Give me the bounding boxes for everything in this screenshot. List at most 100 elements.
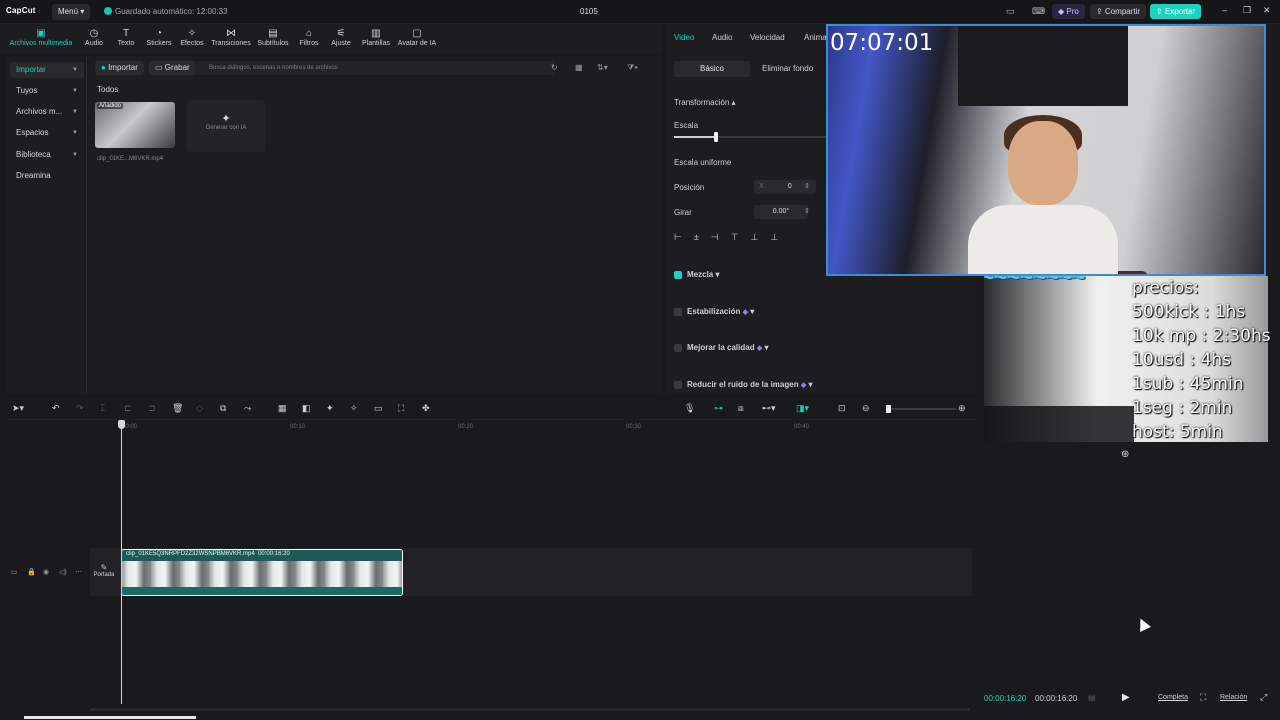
transform-heading[interactable]: Transformación ▴ xyxy=(674,98,736,107)
split-left-icon[interactable]: ⊏ xyxy=(124,403,132,414)
subtab-remove-background[interactable]: Eliminar fondo xyxy=(752,61,823,77)
undo-icon[interactable]: ↶ xyxy=(52,403,60,414)
zoom-slider-handle[interactable] xyxy=(886,405,891,413)
menu-button[interactable]: Menú ▾ xyxy=(52,4,91,20)
full-quality-button[interactable]: Completa xyxy=(1158,694,1188,701)
link-clips-icon[interactable]: ⊶ xyxy=(714,403,723,414)
speed-icon[interactable]: ⤳ xyxy=(244,403,251,414)
tab-filters[interactable]: ⌂ Filtros xyxy=(296,27,322,47)
tab-speed[interactable]: Velocidad xyxy=(750,33,785,42)
stepper-icon[interactable]: ⇕ xyxy=(804,182,810,190)
microphone-icon[interactable]: 🎙 xyxy=(684,403,695,414)
tab-audio[interactable]: ◷ Audio xyxy=(82,27,106,47)
layout-icon[interactable]: ▭ xyxy=(1006,6,1015,17)
frame-icon[interactable]: ▦ xyxy=(278,403,287,414)
fit-timeline-icon[interactable]: ⊡ xyxy=(838,403,846,414)
fit-icon[interactable]: ⛶ xyxy=(398,403,404,414)
fullscreen-icon[interactable]: ⤢ xyxy=(1260,692,1267,703)
magic-icon[interactable]: ✧ xyxy=(350,403,358,414)
sidebar-item-library[interactable]: Biblioteca ▼ xyxy=(10,147,84,163)
crop-icon[interactable]: ⧉ xyxy=(220,403,226,414)
chain-icon[interactable]: ⊷▾ xyxy=(762,403,776,414)
sort-icon[interactable]: ⇅▾ xyxy=(597,63,608,72)
media-thumbnail[interactable]: Añadido xyxy=(95,102,175,148)
export-button[interactable]: ⇧ Exportar xyxy=(1150,4,1202,19)
stepper-icon[interactable]: ⇕ xyxy=(804,207,810,215)
shortcuts-icon[interactable]: ⌨ xyxy=(1032,6,1045,17)
mask-icon[interactable]: ◇ xyxy=(196,403,203,414)
timeline-scrollbar[interactable] xyxy=(90,708,970,711)
scale-slider-handle[interactable] xyxy=(714,132,718,142)
sidebar-item-media-files[interactable]: Archivos m... ▼ xyxy=(10,104,84,120)
sidebar-item-import[interactable]: Importar ▼ xyxy=(10,62,84,78)
zoom-slider[interactable] xyxy=(886,405,956,413)
tab-text[interactable]: T Texto xyxy=(114,27,138,47)
align-middle-icon[interactable]: ⊥ xyxy=(750,232,770,242)
import-button[interactable]: ● Importar xyxy=(95,61,144,75)
ratio-button[interactable]: Relación xyxy=(1220,694,1247,701)
rotate-handle-icon[interactable]: ⊛ xyxy=(1121,449,1129,460)
time-ruler[interactable]: 00:00 00:10 00:20 00:30 00:40 xyxy=(122,424,972,436)
tab-media[interactable]: ▣ Archivos multimedia xyxy=(8,27,74,47)
redo-icon[interactable]: ↷ xyxy=(76,403,84,414)
align-right-icon[interactable]: ⊣ xyxy=(711,232,731,242)
track-icon[interactable]: ▭ xyxy=(11,568,18,576)
lock-icon[interactable]: 🔒 xyxy=(27,568,36,576)
delete-icon[interactable]: 🗑 xyxy=(172,403,183,414)
enhance-checkbox[interactable] xyxy=(674,344,682,352)
tab-subtitles[interactable]: ▤ Subtítulos xyxy=(256,27,290,47)
play-icon[interactable]: ▶ xyxy=(1122,692,1130,703)
tab-video[interactable]: Video xyxy=(674,33,694,42)
rotate-field[interactable]: 0.00° xyxy=(754,205,808,219)
align-bottom-icon[interactable]: ⊥ xyxy=(770,232,790,242)
share-button[interactable]: ⇪ Compartir xyxy=(1090,4,1147,19)
split-right-icon[interactable]: ⊐ xyxy=(148,403,156,414)
sidebar-item-dreamina[interactable]: Dreamina xyxy=(10,168,84,184)
ai-effect-icon[interactable]: ✦ xyxy=(326,403,334,414)
project-title[interactable]: 0105 xyxy=(580,7,598,16)
tab-animation[interactable]: Anima xyxy=(804,33,827,42)
generate-ai-button[interactable]: ✦ Generar con IA xyxy=(187,100,265,152)
mirror-icon[interactable]: ◧ xyxy=(302,403,311,414)
caption-icon[interactable]: ▭ xyxy=(374,403,383,414)
sidebar-item-yours[interactable]: Tuyos ▼ xyxy=(10,83,84,99)
tab-transitions[interactable]: ⋈ Transiciones xyxy=(210,27,252,47)
split-icon[interactable]: ⌶ xyxy=(100,403,105,414)
maximize-icon[interactable]: ❐ xyxy=(1243,5,1251,16)
stabilize-checkbox[interactable] xyxy=(674,308,682,316)
grid-icon[interactable]: ▤ xyxy=(1088,693,1096,702)
tab-avatar[interactable]: ▢ Avatar de IA xyxy=(396,27,438,47)
align-top-icon[interactable]: ⊤ xyxy=(731,232,751,242)
select-tool-icon[interactable]: ➤▾ xyxy=(12,403,24,414)
pro-button[interactable]: ◆ Pro xyxy=(1052,4,1085,19)
grid-view-icon[interactable]: ▦ xyxy=(575,63,583,72)
preview-axis-icon[interactable]: ◨▾ xyxy=(796,403,809,414)
screenshot-icon[interactable]: ⛶ xyxy=(1200,692,1206,703)
minimize-icon[interactable]: – xyxy=(1222,5,1227,15)
close-icon[interactable]: ✕ xyxy=(1263,5,1271,16)
remove-bg-icon[interactable]: ✤ xyxy=(422,403,430,414)
tab-audio-props[interactable]: Audio xyxy=(712,33,732,42)
cover-button[interactable]: ✎ Portada xyxy=(90,563,118,578)
refresh-icon[interactable]: ↻ xyxy=(551,63,558,72)
align-left-icon[interactable]: ⊢ xyxy=(674,232,694,242)
denoise-checkbox[interactable] xyxy=(674,381,682,389)
tab-templates[interactable]: ▥ Plantillas xyxy=(360,27,392,47)
playhead-handle[interactable] xyxy=(118,420,125,429)
video-clip[interactable]: clip_01KE5Q3NRPFD2Z32WSNPBM6VKR.mp4 00:0… xyxy=(121,549,403,596)
align-center-icon[interactable]: ± xyxy=(694,232,711,242)
snap-icon[interactable]: ⧈ xyxy=(738,403,744,414)
record-button[interactable]: ▭ Grabar xyxy=(149,61,196,75)
more-icon[interactable]: ⋯ xyxy=(75,568,82,576)
zoom-in-icon[interactable]: ⊕ xyxy=(958,403,966,414)
scale-slider[interactable] xyxy=(674,132,826,142)
eye-icon[interactable]: ◉ xyxy=(43,568,49,576)
search-input[interactable]: Busca diálogos, escenas o nombres de arc… xyxy=(195,61,555,75)
filter-icon[interactable]: ⧩▾ xyxy=(627,63,638,73)
subtab-basic[interactable]: Básico xyxy=(674,61,750,77)
playhead[interactable] xyxy=(118,420,125,704)
tab-stickers[interactable]: ◔ Stickers xyxy=(144,27,174,47)
tab-effects[interactable]: ✧ Efectos xyxy=(178,27,206,47)
audio-mute-icon[interactable]: ◁) xyxy=(59,568,67,576)
blend-checkbox[interactable] xyxy=(674,271,682,279)
